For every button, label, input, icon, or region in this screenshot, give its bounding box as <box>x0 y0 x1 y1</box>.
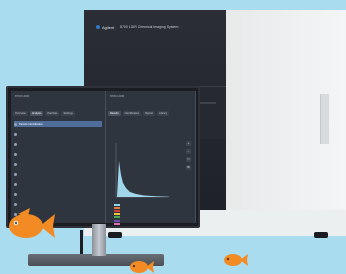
expand-icon <box>14 182 17 186</box>
zoom-out-icon[interactable]: − <box>186 149 191 154</box>
list-item[interactable] <box>14 141 102 147</box>
legend-swatch <box>114 222 120 225</box>
expand-icon <box>14 142 17 146</box>
tab-results[interactable]: Results <box>108 111 121 116</box>
legend-swatch <box>114 219 120 222</box>
instrument-side-recess <box>320 94 329 144</box>
monitor-screen: 8700 LDIR Overview Analysis Particles Se… <box>11 91 196 225</box>
right-pane-title: 8700 LDIR <box>110 94 125 98</box>
list-item[interactable] <box>14 191 102 197</box>
expand-icon <box>14 162 17 166</box>
plot-legend <box>114 203 122 225</box>
left-pane-title: 8700 LDIR <box>15 94 30 98</box>
list-item[interactable] <box>14 171 102 177</box>
list-item-label: Particle Identification <box>19 122 43 126</box>
fish-icon <box>9 208 55 238</box>
right-pane: 8700 LDIR Results Identification Report … <box>106 91 196 225</box>
tab-particles[interactable]: Particles <box>45 111 60 116</box>
fish-icon <box>130 261 154 273</box>
legend-swatch <box>114 209 120 212</box>
legend-swatch <box>114 216 120 219</box>
monitor-stand <box>92 224 106 256</box>
list-item[interactable] <box>14 181 102 187</box>
expand-icon <box>14 152 17 156</box>
list-item[interactable] <box>14 151 102 157</box>
spectrum-plot <box>115 143 169 198</box>
tab-overview[interactable]: Overview <box>13 111 28 116</box>
instrument-model: 8700 LDIR Chemical Imaging System <box>120 25 179 29</box>
tab-settings[interactable]: Settings <box>61 111 75 116</box>
tab-analysis[interactable]: Analysis <box>29 111 44 116</box>
list-item[interactable] <box>14 161 102 167</box>
spectrum-area <box>117 161 169 197</box>
instrument-foot <box>314 232 328 238</box>
zoom-in-icon[interactable]: + <box>186 141 191 146</box>
left-pane-tabs: Overview Analysis Particles Settings <box>13 111 75 116</box>
list-item[interactable] <box>14 131 102 137</box>
instrument-foot <box>108 232 122 238</box>
agilent-logo-icon <box>96 25 100 29</box>
legend-swatch <box>114 206 120 209</box>
list-item[interactable]: Particle Identification <box>14 121 102 127</box>
fit-icon[interactable]: □ <box>186 157 191 162</box>
fish-icon <box>224 254 248 266</box>
legend-swatch <box>114 203 120 206</box>
expand-icon <box>14 192 17 196</box>
tab-report[interactable]: Report <box>143 111 156 116</box>
expand-icon <box>14 172 17 176</box>
tab-identification[interactable]: Identification <box>122 111 142 116</box>
legend-item <box>114 222 122 225</box>
tab-library[interactable]: Library <box>157 111 169 116</box>
legend-swatch <box>114 213 120 216</box>
left-pane: 8700 LDIR Overview Analysis Particles Se… <box>11 91 106 223</box>
expand-icon <box>14 132 17 136</box>
checkbox-icon <box>14 122 17 126</box>
monitor-stand-leg <box>80 230 83 256</box>
instrument-brand: Agilent <box>102 25 115 30</box>
settings-icon[interactable]: ⚙ <box>186 165 191 170</box>
right-pane-tabs: Results Identification Report Library <box>108 111 169 116</box>
